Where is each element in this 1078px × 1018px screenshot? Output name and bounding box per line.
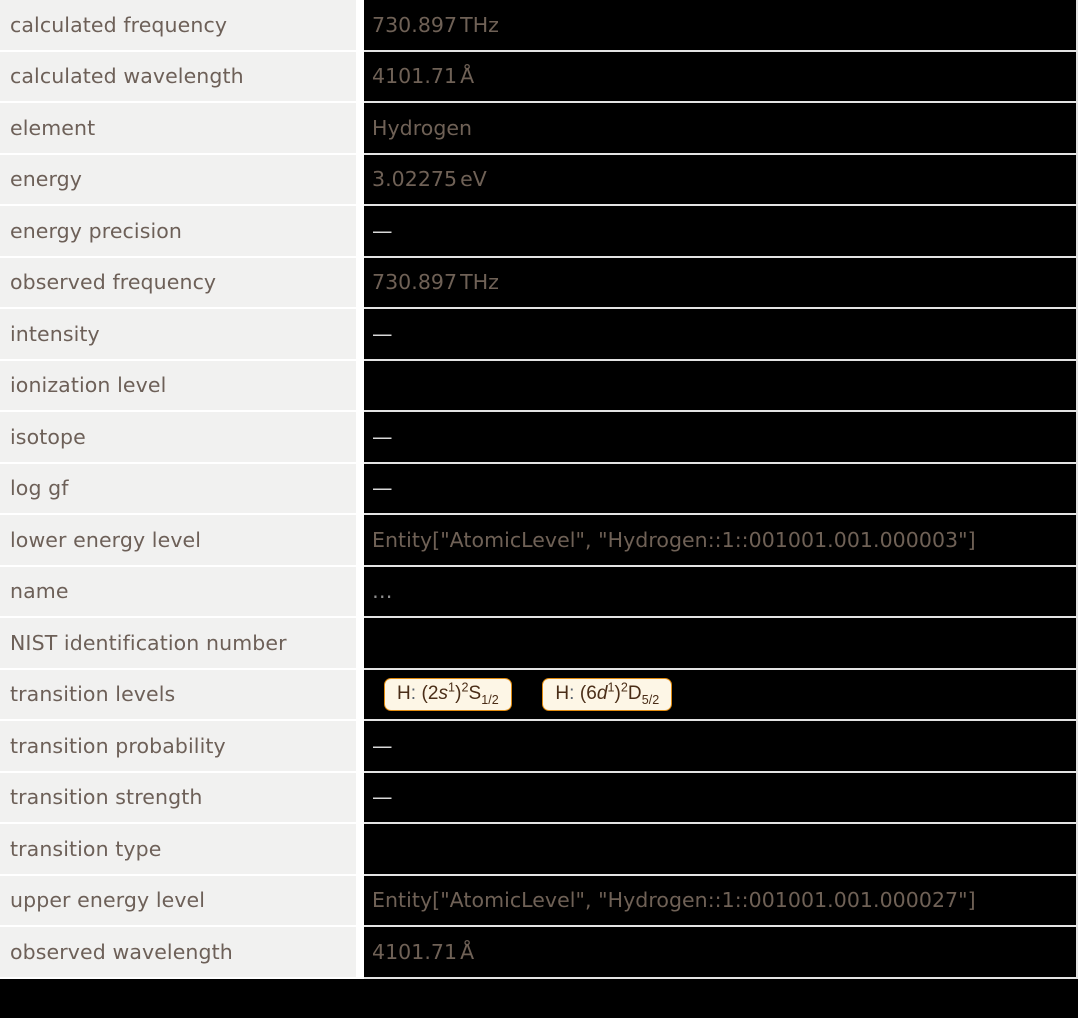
row-label-nist-identification-number: NIST identification number bbox=[0, 618, 364, 670]
chip-total-angular-momentum: 5/2 bbox=[641, 692, 660, 707]
row-value-calculated-wavelength[interactable]: 4101.71 Å bbox=[364, 51, 1078, 103]
row-label-intensity: intensity bbox=[0, 309, 364, 361]
row-label-calculated-wavelength: calculated wavelength bbox=[0, 51, 364, 103]
row-value-name[interactable]: … bbox=[364, 566, 1078, 618]
row-value-intensity[interactable]: — bbox=[364, 309, 1078, 361]
entity-expression: Entity["AtomicLevel", "Hydrogen::1::0010… bbox=[372, 527, 976, 552]
chip-orbital: s bbox=[438, 682, 449, 704]
table-row: calculated wavelength 4101.71 Å bbox=[0, 51, 1078, 103]
table-row: transition levels H: (2s1)2S1/2 H: (6d1)… bbox=[0, 669, 1078, 721]
chip-colon: : bbox=[410, 682, 417, 704]
chip-config-open: (2 bbox=[421, 682, 439, 704]
chip-element: H bbox=[555, 682, 570, 704]
chip-element: H bbox=[397, 682, 411, 704]
chip-total-angular-momentum: 1/2 bbox=[481, 692, 499, 707]
value-number: 730.897 bbox=[372, 12, 458, 37]
spectral-line-property-table: calculated frequency 730.897 THz calculat… bbox=[0, 0, 1078, 979]
row-label-ionization-level: ionization level bbox=[0, 360, 364, 412]
row-label-isotope: isotope bbox=[0, 412, 364, 464]
value-number: 4101.71 bbox=[372, 939, 458, 964]
table-row: intensity — bbox=[0, 309, 1078, 361]
table-row: energy precision — bbox=[0, 206, 1078, 258]
row-value-ionization-level[interactable] bbox=[364, 360, 1078, 412]
missing-value-dash: — bbox=[372, 218, 393, 243]
row-label-upper-energy-level: upper energy level bbox=[0, 875, 364, 927]
missing-value-dash: — bbox=[372, 476, 393, 501]
missing-value-dash: — bbox=[372, 733, 393, 758]
row-value-transition-strength[interactable]: — bbox=[364, 772, 1078, 824]
row-label-transition-levels: transition levels bbox=[0, 669, 364, 721]
chip-orbital: d bbox=[596, 682, 608, 704]
row-label-transition-strength: transition strength bbox=[0, 772, 364, 824]
row-value-calculated-frequency[interactable]: 730.897 THz bbox=[364, 0, 1078, 52]
table-row: log gf — bbox=[0, 463, 1078, 515]
table-row: lower energy level Entity["AtomicLevel",… bbox=[0, 515, 1078, 567]
table-row: isotope — bbox=[0, 412, 1078, 464]
row-value-lower-energy-level[interactable]: Entity["AtomicLevel", "Hydrogen::1::0010… bbox=[364, 515, 1078, 567]
chip-config-open: (6 bbox=[579, 682, 597, 704]
row-value-log-gf[interactable]: — bbox=[364, 463, 1078, 515]
table-row: NIST identification number bbox=[0, 618, 1078, 670]
table-row: transition type bbox=[0, 824, 1078, 876]
row-label-energy-precision: energy precision bbox=[0, 206, 364, 258]
table-row: ionization level bbox=[0, 360, 1078, 412]
value-number: 3.02275 bbox=[372, 167, 458, 192]
table-row: observed frequency 730.897 THz bbox=[0, 257, 1078, 309]
chip-term-symbol: S bbox=[468, 682, 482, 704]
row-value-transition-probability[interactable]: — bbox=[364, 721, 1078, 773]
row-label-log-gf: log gf bbox=[0, 463, 364, 515]
row-label-observed-frequency: observed frequency bbox=[0, 257, 364, 309]
table-row: element Hydrogen bbox=[0, 103, 1078, 155]
row-value-element[interactable]: Hydrogen bbox=[364, 103, 1078, 155]
row-label-energy: energy bbox=[0, 154, 364, 206]
table-row: transition probability — bbox=[0, 721, 1078, 773]
row-value-isotope[interactable]: — bbox=[364, 412, 1078, 464]
chip-orbital-exponent: 1 bbox=[448, 680, 456, 695]
row-value-upper-energy-level[interactable]: Entity["AtomicLevel", "Hydrogen::1::0010… bbox=[364, 875, 1078, 927]
row-label-transition-type: transition type bbox=[0, 824, 364, 876]
ellipsis-placeholder: … bbox=[372, 579, 395, 604]
chip-term-symbol: D bbox=[627, 682, 642, 704]
row-label-transition-probability: transition probability bbox=[0, 721, 364, 773]
row-value-transition-levels: H: (2s1)2S1/2 H: (6d1)2D5/2 bbox=[364, 669, 1078, 721]
value-unit: Å bbox=[460, 939, 475, 964]
row-value-energy[interactable]: 3.02275 eV bbox=[364, 154, 1078, 206]
value-unit: THz bbox=[460, 12, 499, 37]
table-row: energy 3.02275 eV bbox=[0, 154, 1078, 206]
missing-value-dash: — bbox=[372, 785, 393, 810]
value-text: Hydrogen bbox=[372, 115, 473, 140]
value-number: 4101.71 bbox=[372, 64, 458, 89]
table-row: upper energy level Entity["AtomicLevel",… bbox=[0, 875, 1078, 927]
entity-expression: Entity["AtomicLevel", "Hydrogen::1::0010… bbox=[372, 888, 976, 913]
table-row: transition strength — bbox=[0, 772, 1078, 824]
missing-value-dash: — bbox=[372, 424, 393, 449]
chip-colon: : bbox=[569, 682, 575, 704]
row-value-energy-precision[interactable]: — bbox=[364, 206, 1078, 258]
bottom-black-bar bbox=[0, 978, 1078, 1011]
value-unit: Å bbox=[460, 64, 475, 89]
row-label-calculated-frequency: calculated frequency bbox=[0, 0, 364, 52]
missing-value-dash: — bbox=[372, 321, 393, 346]
value-number: 730.897 bbox=[372, 270, 458, 295]
table-row: name … bbox=[0, 566, 1078, 618]
row-value-nist-identification-number[interactable] bbox=[364, 618, 1078, 670]
row-label-name: name bbox=[0, 566, 364, 618]
row-value-observed-wavelength[interactable]: 4101.71 Å bbox=[364, 927, 1078, 979]
value-unit: eV bbox=[460, 167, 487, 192]
table-row: observed wavelength 4101.71 Å bbox=[0, 927, 1078, 979]
row-label-lower-energy-level: lower energy level bbox=[0, 515, 364, 567]
table-body: calculated frequency 730.897 THz calculat… bbox=[0, 0, 1078, 979]
row-label-observed-wavelength: observed wavelength bbox=[0, 927, 364, 979]
row-value-transition-type[interactable] bbox=[364, 824, 1078, 876]
row-label-element: element bbox=[0, 103, 364, 155]
transition-level-chip-lower[interactable]: H: (2s1)2S1/2 bbox=[384, 677, 512, 711]
table-row: calculated frequency 730.897 THz bbox=[0, 0, 1078, 52]
chip-multiplicity: 2 bbox=[620, 680, 628, 695]
value-unit: THz bbox=[460, 270, 499, 295]
row-value-observed-frequency[interactable]: 730.897 THz bbox=[364, 257, 1078, 309]
transition-level-chip-upper[interactable]: H: (6d1)2D5/2 bbox=[542, 677, 673, 711]
chip-orbital-exponent: 1 bbox=[607, 680, 615, 695]
